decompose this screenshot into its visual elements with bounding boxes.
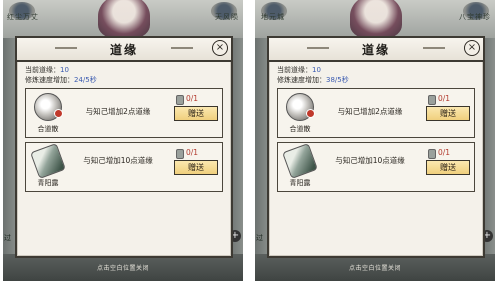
speed-bonus-label: 修炼速度增加：	[277, 76, 326, 84]
item-name: 青阳露	[289, 179, 311, 187]
character-portrait	[98, 0, 150, 38]
screen-left: 红尘万丈 天风陨 过 + 道缘 × 当前道缘：10 修炼速度增加：24/5秒 合…	[3, 0, 243, 281]
speed-bonus: 修炼速度增加：38/5秒	[277, 75, 349, 85]
location-label-right[interactable]: 天风陨	[215, 12, 239, 22]
gift-button[interactable]: 赠送	[426, 106, 470, 121]
close-hint[interactable]: 点击空白位置关闭	[255, 263, 495, 272]
location-label-left[interactable]: 红尘万丈	[7, 12, 39, 22]
side-char: 过	[256, 234, 263, 242]
character-portrait	[350, 0, 402, 38]
bottle-count-icon	[428, 149, 436, 159]
dialog-title: 道缘	[109, 43, 138, 57]
item-card-hedaosan: 合道散 与知己增加2点道缘 0/1 赠送	[25, 88, 223, 138]
item-description: 与知己增加10点道缘	[83, 156, 153, 165]
header-ornament	[171, 47, 193, 49]
daoyuan-dialog: 道缘 × 当前道缘：10 修炼速度增加：24/5秒 合道散 与知己增加2点道缘 …	[15, 36, 233, 258]
current-daoyuan-value: 10	[312, 66, 321, 74]
item-name: 青阳露	[37, 179, 59, 187]
red-badge	[306, 109, 315, 118]
speed-bonus-label: 修炼速度增加：	[25, 76, 74, 84]
close-hint[interactable]: 点击空白位置关闭	[3, 263, 243, 272]
dialog-header: 道缘 ×	[17, 38, 231, 62]
current-daoyuan: 当前道缘：10	[25, 65, 69, 75]
current-daoyuan-value: 10	[60, 66, 69, 74]
current-daoyuan-label: 当前道缘：	[277, 66, 312, 74]
item-count: 0/1	[438, 94, 451, 103]
close-icon[interactable]: ×	[212, 40, 228, 56]
vase-icon	[282, 143, 318, 179]
bottle-count-icon	[428, 95, 436, 105]
bottle-count-icon	[176, 149, 184, 159]
item-card-qingyanglu: 青阳露 与知己增加10点道缘 0/1 赠送	[25, 142, 223, 192]
red-badge	[54, 109, 63, 118]
dialog-header: 道缘 ×	[269, 38, 483, 62]
close-icon[interactable]: ×	[464, 40, 480, 56]
screen-right: 地元城 八宝神珍 过 + 道缘 × 当前道缘：10 修炼速度增加：38/5秒 合…	[255, 0, 495, 281]
item-card-qingyanglu: 青阳露 与知己增加10点道缘 0/1 赠送	[277, 142, 475, 192]
item-count: 0/1	[438, 148, 451, 157]
current-daoyuan-label: 当前道缘：	[25, 66, 60, 74]
location-label-right[interactable]: 八宝神珍	[459, 12, 491, 22]
item-count: 0/1	[186, 148, 199, 157]
daoyuan-dialog: 道缘 × 当前道缘：10 修炼速度增加：38/5秒 合道散 与知己增加2点道缘 …	[267, 36, 485, 258]
item-description: 与知己增加2点道缘	[337, 107, 403, 116]
speed-bonus-value: 24/5秒	[74, 76, 97, 84]
gift-button[interactable]: 赠送	[174, 106, 218, 121]
location-label-left[interactable]: 地元城	[261, 12, 285, 22]
vase-icon	[30, 143, 66, 179]
bottle-count-icon	[176, 95, 184, 105]
gift-button[interactable]: 赠送	[174, 160, 218, 175]
item-count: 0/1	[186, 94, 199, 103]
gift-button[interactable]: 赠送	[426, 160, 470, 175]
item-description: 与知己增加2点道缘	[85, 107, 151, 116]
item-name: 合道散	[37, 125, 59, 133]
dialog-title: 道缘	[361, 43, 390, 57]
side-char: 过	[4, 234, 11, 242]
item-description: 与知己增加10点道缘	[335, 156, 405, 165]
speed-bonus: 修炼速度增加：24/5秒	[25, 75, 97, 85]
speed-bonus-value: 38/5秒	[326, 76, 349, 84]
header-ornament	[423, 47, 445, 49]
item-card-hedaosan: 合道散 与知己增加2点道缘 0/1 赠送	[277, 88, 475, 138]
item-name: 合道散	[289, 125, 311, 133]
current-daoyuan: 当前道缘：10	[277, 65, 321, 75]
